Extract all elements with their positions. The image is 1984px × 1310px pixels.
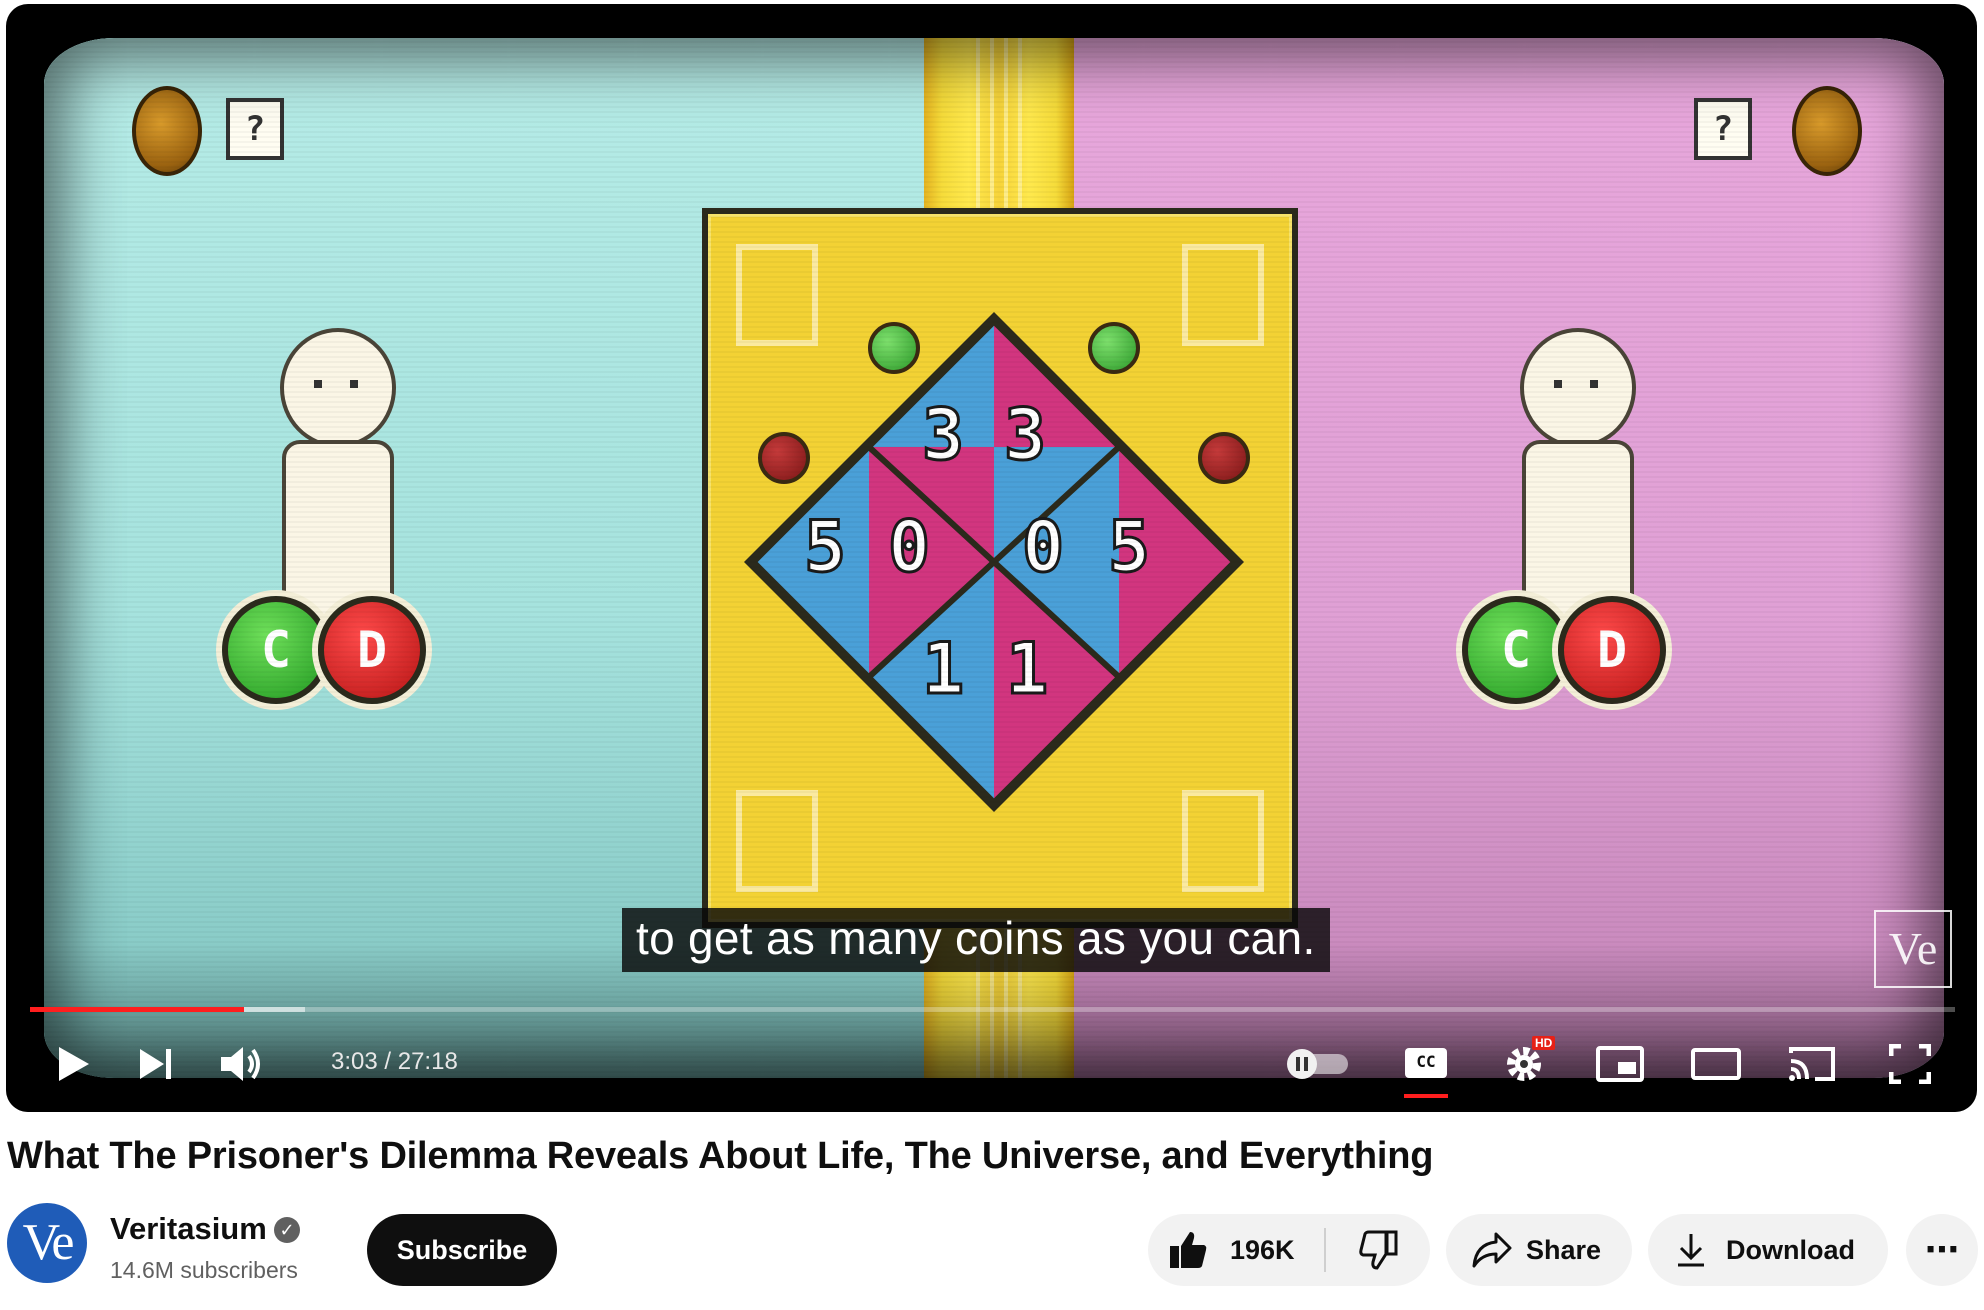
video-player[interactable]: ? ? 3 3 5 0 0 5 1 1 C D C D to get as ma…: [6, 4, 1977, 1112]
next-icon: [140, 1049, 171, 1079]
like-count: 196K: [1230, 1234, 1295, 1265]
next-button[interactable]: [124, 1034, 188, 1094]
coin-icon: [132, 86, 202, 176]
payoff-number: 5: [802, 506, 847, 588]
share-label: Share: [1526, 1234, 1602, 1265]
theater-icon: [1691, 1048, 1741, 1080]
autoplay-toggle-icon: [1287, 1049, 1348, 1079]
payoff-number: 3: [1002, 394, 1047, 476]
avatar[interactable]: Ve: [7, 1203, 87, 1283]
total-time: 27:18: [397, 1048, 458, 1075]
cast-button[interactable]: [1782, 1034, 1842, 1094]
payoff-board: 3 3 5 0 0 5 1 1: [702, 208, 1298, 928]
payoff-number: 1: [920, 628, 965, 710]
download-button[interactable]: Download: [1648, 1214, 1888, 1286]
share-button[interactable]: Share: [1446, 1214, 1632, 1286]
thumbs-up-icon: [1170, 1232, 1207, 1268]
card-icon: ?: [226, 98, 284, 160]
payoff-number: 3: [920, 394, 965, 476]
share-icon: [1472, 1232, 1512, 1268]
download-icon: [1678, 1234, 1704, 1267]
defect-button: D: [1558, 596, 1666, 704]
card-icon: ?: [1694, 98, 1752, 160]
like-button[interactable]: 196K: [1148, 1214, 1324, 1286]
miniplayer-button[interactable]: [1590, 1034, 1650, 1094]
verified-badge-icon: ✓: [274, 1217, 300, 1243]
cc-label: CC: [1416, 1052, 1436, 1071]
payoff-number: 5: [1106, 506, 1151, 588]
more-icon: ⋯: [1925, 1231, 1959, 1269]
theater-mode-button[interactable]: [1686, 1034, 1746, 1094]
hd-badge: HD: [1532, 1036, 1556, 1050]
cooperate-button: C: [222, 596, 330, 704]
captions-button[interactable]: CC: [1396, 1034, 1456, 1098]
miniplayer-icon: [1596, 1046, 1644, 1082]
video-title: What The Prisoner's Dilemma Reveals Abou…: [7, 1135, 1434, 1177]
channel-name[interactable]: Veritasium: [110, 1211, 267, 1247]
volume-button[interactable]: [206, 1034, 276, 1094]
payoff-number: 1: [1004, 628, 1049, 710]
cast-icon: [1789, 1047, 1835, 1081]
play-button[interactable]: [42, 1034, 106, 1094]
payoff-number: 0: [1020, 506, 1065, 588]
time-separator: /: [377, 1048, 398, 1075]
fullscreen-button[interactable]: [1880, 1034, 1940, 1094]
dislike-button[interactable]: [1326, 1214, 1430, 1286]
channel-watermark[interactable]: Ve: [1874, 910, 1952, 988]
coin-icon: [1792, 86, 1862, 176]
play-icon: [59, 1047, 89, 1081]
like-dislike-group: 196K: [1148, 1214, 1430, 1286]
more-actions-button[interactable]: ⋯: [1906, 1214, 1978, 1286]
subtitle-caption: to get as many coins as you can.: [622, 908, 1330, 972]
time-display: 3:03 / 27:18: [331, 1048, 458, 1076]
autoplay-toggle[interactable]: [1282, 1034, 1354, 1094]
captions-active-indicator: [1404, 1094, 1448, 1098]
thumbs-down-icon: [1359, 1230, 1398, 1270]
cooperate-button: C: [1462, 596, 1570, 704]
subscribe-button[interactable]: Subscribe: [367, 1214, 557, 1286]
settings-button[interactable]: HD: [1494, 1034, 1556, 1094]
payoff-number: 0: [886, 506, 931, 588]
fullscreen-icon: [1889, 1044, 1931, 1084]
played-bar: [30, 1007, 244, 1012]
defect-button: D: [318, 596, 426, 704]
progress-bar[interactable]: [30, 1007, 1955, 1012]
download-label: Download: [1726, 1234, 1855, 1265]
volume-icon: [221, 1047, 260, 1081]
current-time: 3:03: [331, 1048, 378, 1075]
subscriber-count: 14.6M subscribers: [110, 1257, 298, 1283]
